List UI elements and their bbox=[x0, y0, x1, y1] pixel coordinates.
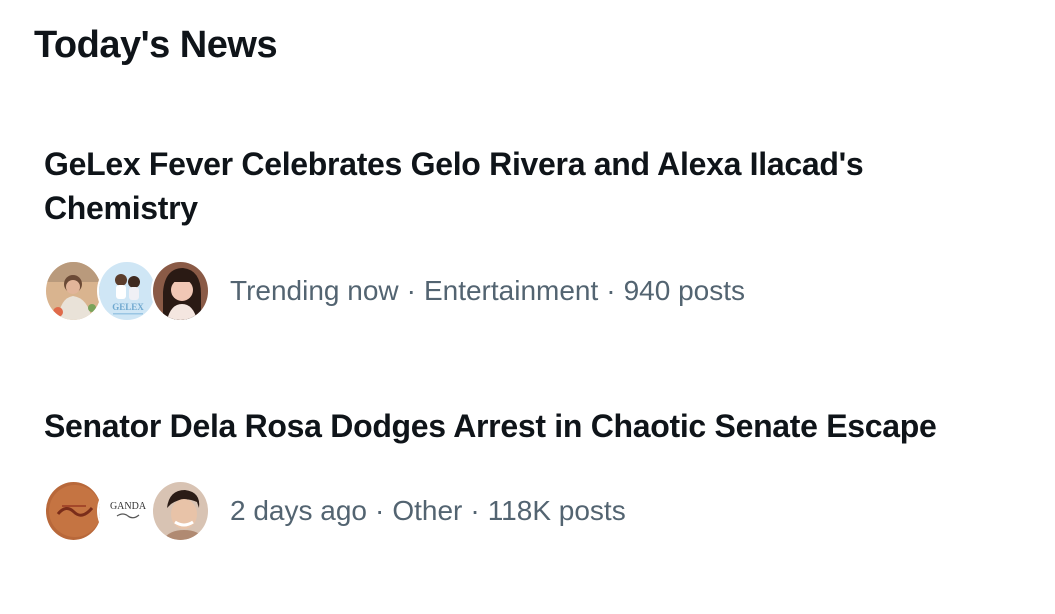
gelex-text: GELEX bbox=[113, 302, 145, 312]
news-headline[interactable]: Senator Dela Rosa Dodges Arrest in Chaot… bbox=[44, 404, 1004, 448]
avatar bbox=[150, 260, 210, 322]
meta-separator: · bbox=[606, 275, 616, 306]
avatar: GELEX bbox=[97, 260, 157, 322]
news-meta: GANDA 2 days ago · Other · 118K posts bbox=[44, 480, 1004, 542]
person-photo-avatar-icon bbox=[46, 262, 102, 320]
avatar bbox=[150, 480, 210, 542]
avatar: GANDA bbox=[97, 480, 157, 542]
avatar bbox=[44, 260, 104, 322]
meta-separator: · bbox=[406, 275, 416, 306]
trend-category: Entertainment bbox=[423, 275, 599, 306]
trend-category: Other bbox=[392, 495, 463, 526]
section-title: Today's News bbox=[34, 24, 278, 66]
avatar bbox=[44, 480, 104, 542]
post-count: 118K posts bbox=[487, 495, 626, 526]
news-headline[interactable]: GeLex Fever Celebrates Gelo Rivera and A… bbox=[44, 142, 1004, 230]
avatar-stack: GANDA bbox=[44, 480, 210, 542]
meta-separator: · bbox=[470, 495, 480, 526]
post-count: 940 posts bbox=[623, 275, 746, 306]
person-photo-avatar-icon bbox=[152, 262, 208, 320]
trend-status: 2 days ago bbox=[230, 495, 367, 526]
news-meta-text: 2 days ago · Other · 118K posts bbox=[230, 495, 626, 527]
person-photo-avatar-icon bbox=[152, 482, 208, 540]
meta-separator: · bbox=[375, 495, 385, 526]
news-item[interactable]: GeLex Fever Celebrates Gelo Rivera and A… bbox=[44, 142, 1004, 322]
gelex-fanpage-avatar-icon: GELEX bbox=[99, 262, 155, 320]
ganda-logo-avatar-icon: GANDA bbox=[99, 482, 155, 540]
news-outlet-logo-avatar-icon bbox=[46, 482, 102, 540]
ganda-text: GANDA bbox=[110, 501, 147, 512]
news-item[interactable]: Senator Dela Rosa Dodges Arrest in Chaot… bbox=[44, 404, 1004, 542]
avatar-stack: GELEX bbox=[44, 260, 210, 322]
news-meta-text: Trending now · Entertainment · 940 posts bbox=[230, 275, 745, 307]
news-meta: GELEX Trending now · Entertainment · 940 pos… bbox=[44, 260, 1004, 322]
trend-status: Trending now bbox=[230, 275, 399, 306]
